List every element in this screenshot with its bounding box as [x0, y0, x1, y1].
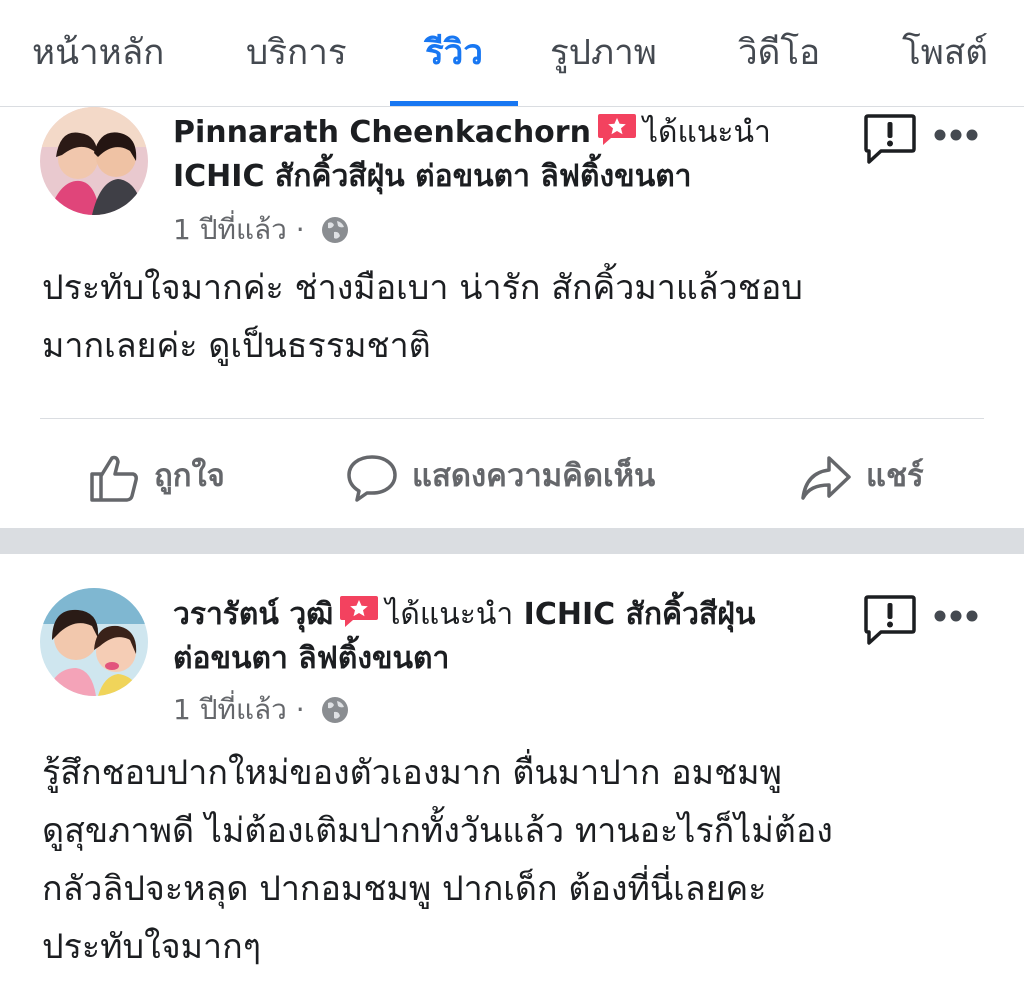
- recommends-text: ได้แนะนำ: [385, 597, 514, 632]
- author-name[interactable]: วรารัตน์ วุฒิ: [173, 597, 333, 632]
- tab-reviews[interactable]: รีวิว: [390, 28, 518, 78]
- timestamp[interactable]: 1 ปีที่แล้ว: [173, 693, 287, 726]
- review-text-line: ประทับใจมากๆ: [42, 927, 261, 967]
- share-icon: [801, 455, 851, 500]
- comment-button[interactable]: แสดงความคิดเห็น: [346, 446, 655, 506]
- avatar[interactable]: [40, 107, 148, 215]
- report-icon[interactable]: [863, 594, 917, 650]
- review-header: วรารัตน์ วุฒิ ได้แนะนำ ICHIC สักคิ้วสีฝุ่…: [173, 593, 853, 681]
- review-text-line: มากเลยค่ะ ดูเป็นธรรมชาติ: [42, 326, 431, 366]
- page-name-continued[interactable]: ต่อขนตา ลิฟติ้งขนตา: [173, 637, 853, 681]
- review-card: วรารัตน์ วุฒิ ได้แนะนำ ICHIC สักคิ้วสีฝุ่…: [0, 554, 1024, 995]
- review-text: รู้สึกชอบปากใหม่ของตัวเองมาก ตื่นมาปาก อ…: [42, 744, 1012, 976]
- page-tabs: หน้าหลัก บริการ รีวิว รูปภาพ วิดีโอ โพสต…: [0, 0, 1024, 107]
- globe-icon: [320, 215, 350, 256]
- tab-services[interactable]: บริการ: [246, 28, 347, 78]
- more-icon[interactable]: [932, 127, 980, 147]
- globe-icon: [320, 695, 350, 736]
- review-text: ประทับใจมากค่ะ ช่างมือเบา น่ารัก สักคิ้ว…: [42, 259, 1002, 375]
- like-label: ถูกใจ: [154, 458, 225, 494]
- review-text-line: ประทับใจมากค่ะ ช่างมือเบา น่ารัก สักคิ้ว…: [42, 268, 803, 308]
- share-label: แชร์: [866, 458, 924, 494]
- tab-photos[interactable]: รูปภาพ: [550, 28, 657, 78]
- meta-separator: ·: [295, 213, 305, 246]
- share-button[interactable]: แชร์: [800, 446, 924, 506]
- card-separator: [0, 528, 1024, 554]
- like-button[interactable]: ถูกใจ: [88, 446, 225, 506]
- review-meta: 1 ปีที่แล้ว ·: [173, 690, 350, 736]
- tab-posts[interactable]: โพสต์: [902, 28, 988, 78]
- tab-videos[interactable]: วิดีโอ: [738, 28, 820, 78]
- author-name[interactable]: Pinnarath Cheenkachorn: [173, 115, 591, 150]
- review-text-line: กลัวลิปจะหลุด ปากอมชมพู ปากเด็ก ต้องที่น…: [42, 869, 767, 909]
- recommend-badge-icon: [597, 112, 637, 146]
- like-icon: [90, 455, 138, 502]
- review-text-line: ดูสุขภาพดี ไม่ต้องเติมปากทั้งวันแล้ว ทาน…: [42, 811, 833, 851]
- comment-icon: [347, 454, 397, 502]
- avatar[interactable]: [40, 588, 148, 696]
- page-name[interactable]: ICHIC สักคิ้วสีฝุ่น ต่อขนตา ลิฟติ้งขนตา: [173, 155, 853, 199]
- meta-separator: ·: [295, 693, 305, 726]
- tab-home[interactable]: หน้าหลัก: [32, 28, 164, 78]
- review-card: Pinnarath Cheenkachorn ได้แนะนำ ICHIC สัก…: [0, 107, 1024, 527]
- comment-label: แสดงความคิดเห็น: [412, 458, 656, 494]
- review-header: Pinnarath Cheenkachorn ได้แนะนำ ICHIC สัก…: [173, 111, 853, 199]
- more-icon[interactable]: [932, 608, 980, 628]
- report-icon[interactable]: [863, 113, 917, 169]
- recommend-badge-icon: [339, 594, 379, 628]
- review-meta: 1 ปีที่แล้ว ·: [173, 210, 350, 256]
- divider: [40, 418, 984, 419]
- review-text-line: รู้สึกชอบปากใหม่ของตัวเองมาก ตื่นมาปาก อ…: [42, 753, 782, 793]
- recommends-text: ได้แนะนำ: [642, 115, 771, 150]
- page-name[interactable]: ICHIC สักคิ้วสีฝุ่น: [524, 597, 756, 632]
- active-tab-indicator: [390, 101, 518, 106]
- timestamp[interactable]: 1 ปีที่แล้ว: [173, 213, 287, 246]
